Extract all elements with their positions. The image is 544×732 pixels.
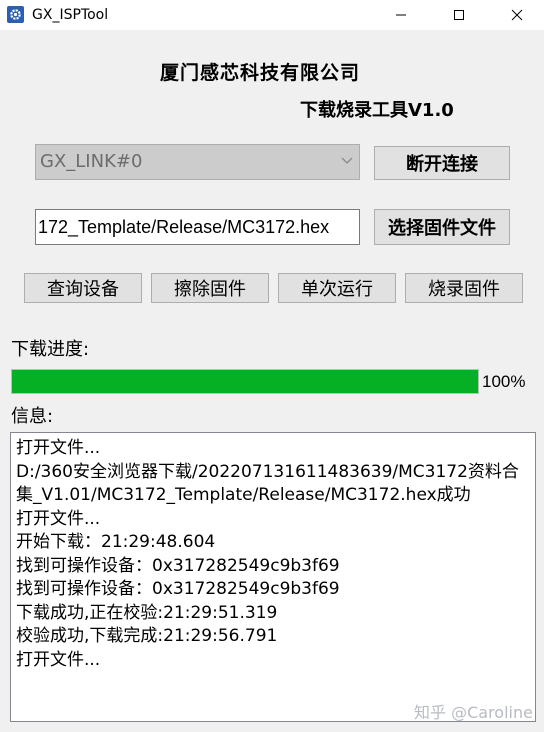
disconnect-button[interactable]: 断开连接 [374,146,510,180]
log-line: 找到可操作设备：0x317282549c9b3f69 [16,555,340,576]
info-log[interactable]: 打开文件... D:/360安全浏览器下载/20220713161148363​9… [10,432,536,722]
watermark: 知乎 @Caroline [414,703,533,722]
log-line: D:/360安全浏览器下载/20220713161148363​9/MC3172… [16,461,519,506]
device-select-value: GX_LINK#0 [40,151,143,172]
progress-fill [12,370,478,393]
burn-firmware-button[interactable]: 烧录固件 [405,273,523,303]
maximize-icon [454,10,464,20]
select-firmware-button[interactable]: 选择固件文件 [374,209,510,245]
log-line: 打开文件... [16,649,101,670]
firmware-path-text: 172_Template/Release/MC3172.hex [38,217,330,237]
window-title: GX_ISPTool [32,7,109,23]
chevron-down-icon [341,157,353,164]
minimize-icon [396,14,406,16]
app-gear-icon [7,6,24,23]
log-line: 打开文件... [16,438,101,458]
log-line: 下载成功,正在校验:21:29:51.319 [16,602,278,623]
device-select[interactable]: GX_LINK#0 [35,144,360,180]
maximize-button[interactable] [436,0,482,30]
info-label: 信息: [11,406,54,427]
progress-percent: 100% [482,372,526,391]
log-line: 打开文件... [16,508,101,529]
title-bar: GX_ISPTool [0,0,544,30]
close-button[interactable] [494,0,540,30]
erase-firmware-button[interactable]: 擦除固件 [151,273,269,303]
download-progress-bar [11,369,479,394]
log-line: 开始下载：21:29:48.604 [16,532,216,552]
tool-subtitle: 下载烧录工具V1.0 [300,100,454,121]
progress-label: 下载进度: [11,339,90,360]
company-name: 厦门感芯科技有限公司 [159,62,360,84]
query-device-button[interactable]: 查询设备 [24,273,142,303]
single-run-button[interactable]: 单次运行 [278,273,396,303]
firmware-path-input[interactable]: 172_Template/Release/MC3172.hex [35,209,360,245]
close-icon [511,9,523,21]
minimize-button[interactable] [378,0,424,30]
log-line: 校验成功,下载完成:21:29:56.791 [16,626,278,646]
log-line: 找到可操作设备：0x317282549c9b3f69 [16,579,340,599]
